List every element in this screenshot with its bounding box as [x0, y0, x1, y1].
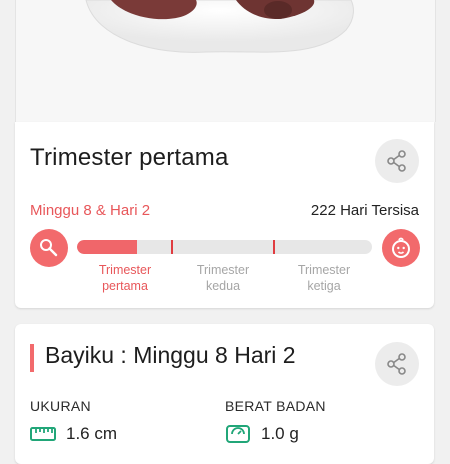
size-label: UKURAN: [30, 398, 91, 414]
weight-value: 1.0 g: [261, 424, 299, 443]
trimester-segment-label: Trimester pertama: [80, 262, 170, 294]
segment-line1: Trimester: [98, 263, 152, 277]
segment-line1: Trimester: [297, 263, 351, 277]
trimester-progress-bar: [77, 240, 372, 254]
fetus-illustration: [15, 0, 436, 122]
trimester-divider: [171, 240, 173, 254]
trimester-title: Trimester pertama: [30, 144, 229, 171]
fetus-image: [85, 0, 354, 53]
weight-metric: 1.0 g: [225, 424, 299, 444]
days-remaining-label: 222 Hari Tersisa: [310, 202, 419, 219]
scale-icon: [226, 425, 250, 443]
baby-rattle-icon-badge: [30, 229, 68, 267]
segment-line2: ketiga: [307, 279, 341, 293]
baby-rattle-icon: [40, 239, 58, 257]
size-value: 1.6 cm: [66, 424, 118, 443]
trimester-segment-label: Trimester ketiga: [279, 262, 369, 294]
trimester-card: Trimester pertama Minggu 8 & Hari 2 222 …: [15, 122, 434, 308]
baby-face-icon: [392, 237, 410, 258]
progress-fill: [77, 240, 138, 254]
title-accent-bar: [30, 344, 34, 372]
baby-week-title: Bayiku : Minggu 8 Hari 2: [45, 342, 296, 368]
share-icon: [387, 353, 406, 375]
current-week-label: Minggu 8 & Hari 2: [30, 202, 151, 219]
ruler-icon: [30, 427, 56, 441]
baby-info-card: Bayiku : Minggu 8 Hari 2 UKURAN 1.6 cm B…: [15, 324, 434, 464]
segment-line2: pertama: [102, 279, 148, 293]
trimester-segment-label: Trimester kedua: [178, 262, 268, 294]
share-button[interactable]: [375, 139, 419, 183]
trimester-divider: [273, 240, 275, 254]
share-button[interactable]: [375, 342, 419, 386]
weight-label: BERAT BADAN: [225, 398, 326, 414]
baby-face-icon-badge: [382, 229, 420, 267]
size-metric: 1.6 cm: [30, 424, 117, 444]
segment-line2: kedua: [205, 279, 241, 293]
segment-line1: Trimester: [196, 263, 250, 277]
share-icon: [387, 150, 406, 172]
